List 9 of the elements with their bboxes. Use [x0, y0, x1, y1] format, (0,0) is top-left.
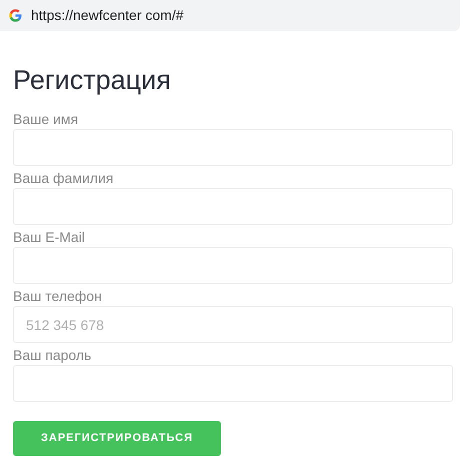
input-field[interactable]: 512 345 678	[13, 306, 453, 343]
url-text[interactable]: https://newfcenter com/#	[31, 5, 184, 26]
field-label: Ваш телефон	[13, 287, 103, 306]
field-label: Ваша фамилия	[13, 169, 114, 188]
field-label: Ваш пароль	[13, 346, 92, 365]
field-label: Ваше имя	[13, 110, 80, 129]
page-title: Регистрация	[13, 64, 172, 96]
field-label: Ваш E-Mail	[13, 228, 86, 247]
google-logo-icon	[9, 9, 22, 22]
